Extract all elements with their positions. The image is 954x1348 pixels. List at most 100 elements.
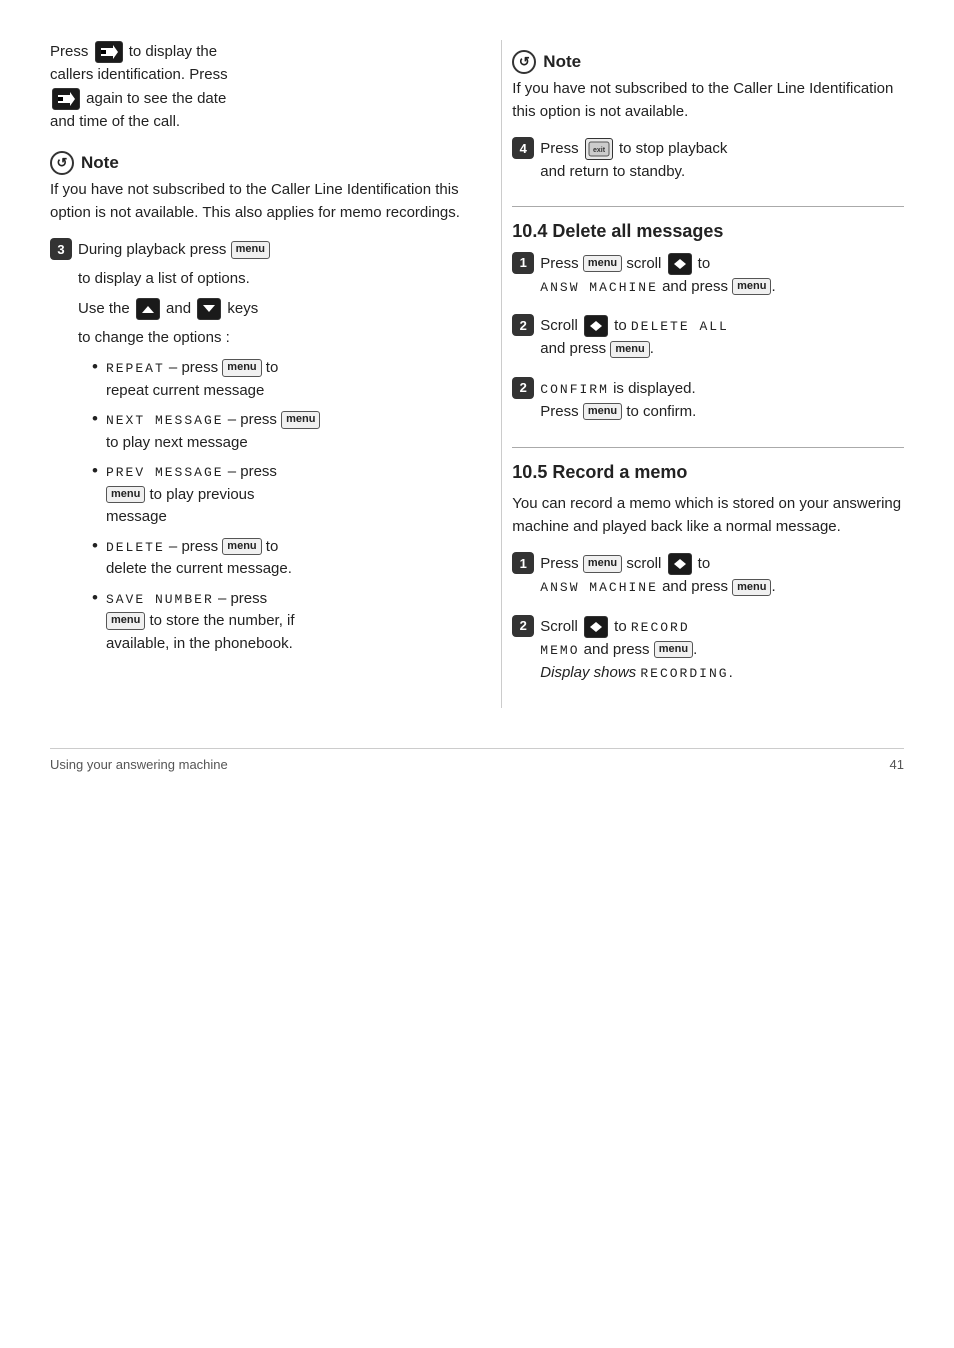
menu-key-d1b: menu <box>732 278 771 295</box>
delete-step1-content: Press menu scroll to ANSW MACHINE and pr… <box>540 252 904 305</box>
memo-heading: 10.5 Record a memo <box>512 462 904 483</box>
down-key-icon <box>197 298 221 320</box>
during-playback-press: During playback press <box>78 241 226 258</box>
display-shows-label: Display shows <box>540 664 636 681</box>
return-standby-label: and return to standby. <box>540 163 685 180</box>
step4-content: Press exit to stop playback and return t… <box>540 137 904 190</box>
bullet-prev: • PREV MESSAGE – press menu to play prev… <box>92 461 461 529</box>
bullet-prev-text: PREV MESSAGE – press menu to play previo… <box>106 461 277 529</box>
press-label: Press <box>50 43 88 60</box>
again-date-label: again to see the date <box>86 90 226 107</box>
svg-text:exit: exit <box>593 147 606 154</box>
menu-key-delete: menu <box>222 538 261 555</box>
step4-row: 4 Press exit to stop playback and return… <box>512 137 904 190</box>
menu-key-next: menu <box>281 411 320 428</box>
page-footer: Using your answering machine 41 <box>50 748 904 772</box>
menu-key-save: menu <box>106 612 145 629</box>
scroll-icon-m1 <box>668 553 692 575</box>
bullet-repeat: • REPEAT – press menu torepeat current m… <box>92 357 461 402</box>
note1-icon: ↺ <box>50 151 74 175</box>
repeat-code: REPEAT <box>106 361 165 376</box>
intro-text: Press to display the callers identificat… <box>50 40 461 133</box>
delete-step2b-content: CONFIRM is displayed. Press menu to conf… <box>540 377 904 430</box>
prev-msg-code: PREV MESSAGE <box>106 465 224 480</box>
memo-code: MEMO <box>540 643 579 658</box>
step3-badge: 3 <box>50 238 72 260</box>
menu-key-repeat: menu <box>222 359 261 376</box>
menu-key-prev: menu <box>106 486 145 503</box>
exit-key-icon: exit <box>585 138 613 160</box>
answ-machine-code1: ANSW MACHINE <box>540 280 658 295</box>
memo-step2-badge: 2 <box>512 615 534 637</box>
divider2 <box>512 447 904 448</box>
delete-step2a-badge: 2 <box>512 314 534 336</box>
to-display-label: to display the <box>129 43 217 60</box>
answ-machine-code2: ANSW MACHINE <box>540 580 658 595</box>
confirm-code: CONFIRM <box>540 382 609 397</box>
stop-playback-label: to stop playback <box>619 140 727 157</box>
next-msg-code: NEXT MESSAGE <box>106 413 224 428</box>
bullet-dot-prev: • <box>92 461 98 481</box>
bullet-save: • SAVE NUMBER – press menu to store the … <box>92 588 461 656</box>
step3-row: 3 During playback press menu to display … <box>50 238 461 663</box>
delete-step2a-text: Scroll to DELETE ALL and press menu. <box>540 314 904 361</box>
bullet-next: • NEXT MESSAGE – press menuto play next … <box>92 409 461 454</box>
scroll-icon-d1 <box>668 253 692 275</box>
left-column: Press to display the callers identificat… <box>50 40 471 708</box>
step3-line1: During playback press menu <box>78 238 461 261</box>
delete-step1-row: 1 Press menu scroll to ANSW MACHINE <box>512 252 904 305</box>
callers-key-icon <box>95 41 123 63</box>
menu-key-d1: menu <box>583 255 622 272</box>
step4-badge: 4 <box>512 137 534 159</box>
callers-id-label: callers identification. Press <box>50 66 228 83</box>
note2-title: ↺ Note <box>512 50 904 74</box>
delete-step2b-badge: 2 <box>512 377 534 399</box>
note1-title: ↺ Note <box>50 151 461 175</box>
memo-intro-text: You can record a memo which is stored on… <box>512 495 901 535</box>
menu-key-d3: menu <box>583 403 622 420</box>
menu-key-chip: menu <box>231 241 270 258</box>
memo-step1-text: Press menu scroll to ANSW MACHINE and pr… <box>540 552 904 599</box>
right-column: ↺ Note If you have not subscribed to the… <box>501 40 904 708</box>
delete-heading: 10.4 Delete all messages <box>512 221 904 242</box>
note2-icon: ↺ <box>512 50 536 74</box>
bullet-delete: • DELETE – press menu todelete the curre… <box>92 536 461 581</box>
delete-step2b-text: CONFIRM is displayed. Press menu to conf… <box>540 377 904 424</box>
note2-body: If you have not subscribed to the Caller… <box>512 80 893 120</box>
delete-step2b-row: 2 CONFIRM is displayed. Press menu to co… <box>512 377 904 430</box>
intro-section: Press to display the callers identificat… <box>50 40 461 133</box>
press-label-4: Press <box>540 140 578 157</box>
step3-line4: to change the options : <box>78 326 461 349</box>
bullet-next-text: NEXT MESSAGE – press menuto play next me… <box>106 409 321 454</box>
bullet-save-text: SAVE NUMBER – press menu to store the nu… <box>106 588 295 656</box>
menu-key-m1: menu <box>583 555 622 572</box>
memo-step2-text: Scroll to RECORD MEMO and press menu. Di… <box>540 615 904 685</box>
step3-line2: to display a list of options. <box>78 267 461 290</box>
delete-step1-text: Press menu scroll to ANSW MACHINE and pr… <box>540 252 904 299</box>
footer-right: 41 <box>890 757 904 772</box>
divider1 <box>512 206 904 207</box>
note1-block: ↺ Note If you have not subscribed to the… <box>50 151 461 224</box>
menu-key-m2: menu <box>654 641 693 658</box>
delete-step1-badge: 1 <box>512 252 534 274</box>
bullet-list: • REPEAT – press menu torepeat current m… <box>92 357 461 655</box>
memo-step2-content: Scroll to RECORD MEMO and press menu. Di… <box>540 615 904 691</box>
bullet-repeat-text: REPEAT – press menu torepeat current mes… <box>106 357 278 402</box>
step4-text: Press exit to stop playback and return t… <box>540 137 904 184</box>
time-call-label: and time of the call. <box>50 113 180 130</box>
delete-step2a-row: 2 Scroll to DELETE ALL and press menu. <box>512 314 904 367</box>
note2-label: Note <box>543 52 581 72</box>
menu-key-d2: menu <box>610 341 649 358</box>
save-num-code: SAVE NUMBER <box>106 592 214 607</box>
keys-label: keys <box>227 300 258 317</box>
note1-body: If you have not subscribed to the Caller… <box>50 181 460 221</box>
delete-step2a-content: Scroll to DELETE ALL and press menu. <box>540 314 904 367</box>
bullet-delete-text: DELETE – press menu todelete the current… <box>106 536 292 581</box>
section-delete: 10.4 Delete all messages 1 Press menu sc… <box>512 221 904 430</box>
memo-step1-row: 1 Press menu scroll to ANSW MACHINE <box>512 552 904 605</box>
step3-line3: Use the and keys <box>78 297 461 320</box>
note2-block: ↺ Note If you have not subscribed to the… <box>512 50 904 123</box>
footer-left: Using your answering machine <box>50 757 228 772</box>
note2-text: If you have not subscribed to the Caller… <box>512 78 904 123</box>
step3-content: During playback press menu to display a … <box>78 238 461 663</box>
